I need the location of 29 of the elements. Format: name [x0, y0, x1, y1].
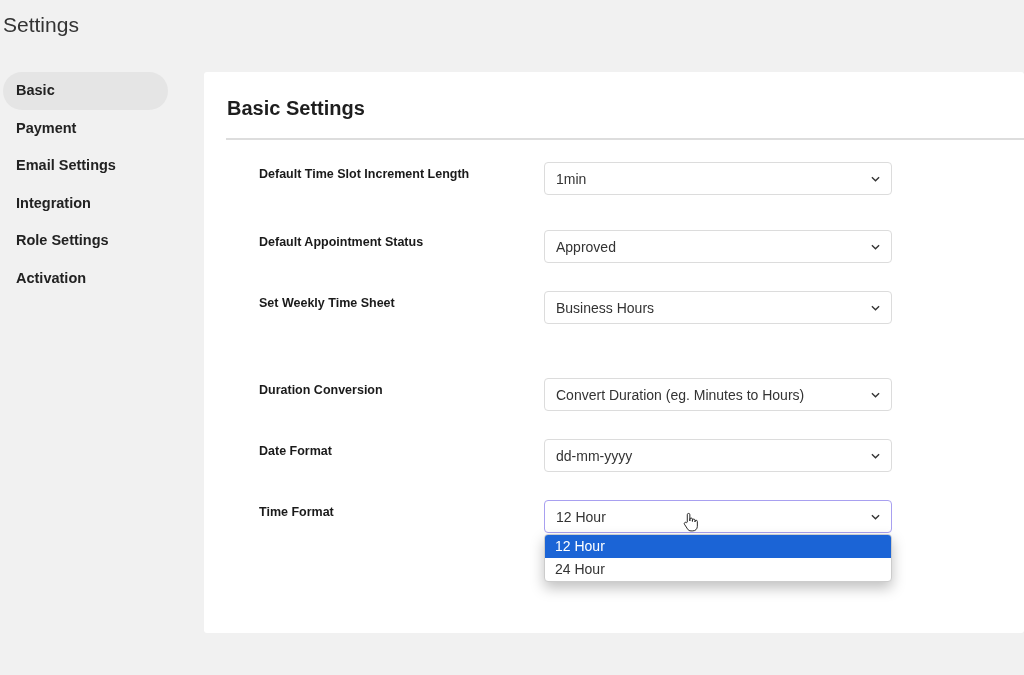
sidebar-item[interactable]: Integration [3, 184, 168, 222]
dropdown-option[interactable]: 12 Hour [545, 535, 891, 558]
hand-cursor-icon [683, 512, 698, 532]
select-field[interactable]: 1min [544, 162, 892, 195]
select-field[interactable]: 12 Hour [544, 500, 892, 533]
field-label: Duration Conversion [259, 382, 384, 399]
sidebar-item[interactable]: Payment [3, 109, 168, 147]
chevron-down-icon [871, 304, 880, 311]
panel-heading: Basic Settings [226, 96, 366, 121]
select-field[interactable]: Convert Duration (eg. Minutes to Hours) [544, 378, 892, 411]
sidebar-item[interactable]: Role Settings [3, 222, 168, 260]
chevron-down-icon [871, 391, 880, 398]
field-label: Date Format [259, 443, 333, 460]
chevron-down-icon [871, 513, 880, 520]
chevron-down-icon [871, 243, 880, 250]
chevron-down-icon [871, 175, 880, 182]
select-field[interactable]: Approved [544, 230, 892, 263]
sidebar-item[interactable]: Basic [3, 72, 168, 110]
field-label: Default Time Slot Increment Length [259, 166, 471, 183]
select-field[interactable]: Business Hours [544, 291, 892, 324]
sidebar-item[interactable]: Email Settings [3, 147, 168, 185]
page-title: Settings [2, 12, 80, 38]
field-label: Time Format [259, 504, 335, 521]
field-label: Set Weekly Time Sheet [259, 295, 396, 312]
dropdown-option[interactable]: 24 Hour [545, 558, 891, 581]
select-field[interactable]: dd-mm-yyyy [544, 439, 892, 472]
chevron-down-icon [871, 452, 880, 459]
field-label: Default Appointment Status [259, 234, 425, 251]
sidebar-item[interactable]: Activation [3, 259, 168, 297]
